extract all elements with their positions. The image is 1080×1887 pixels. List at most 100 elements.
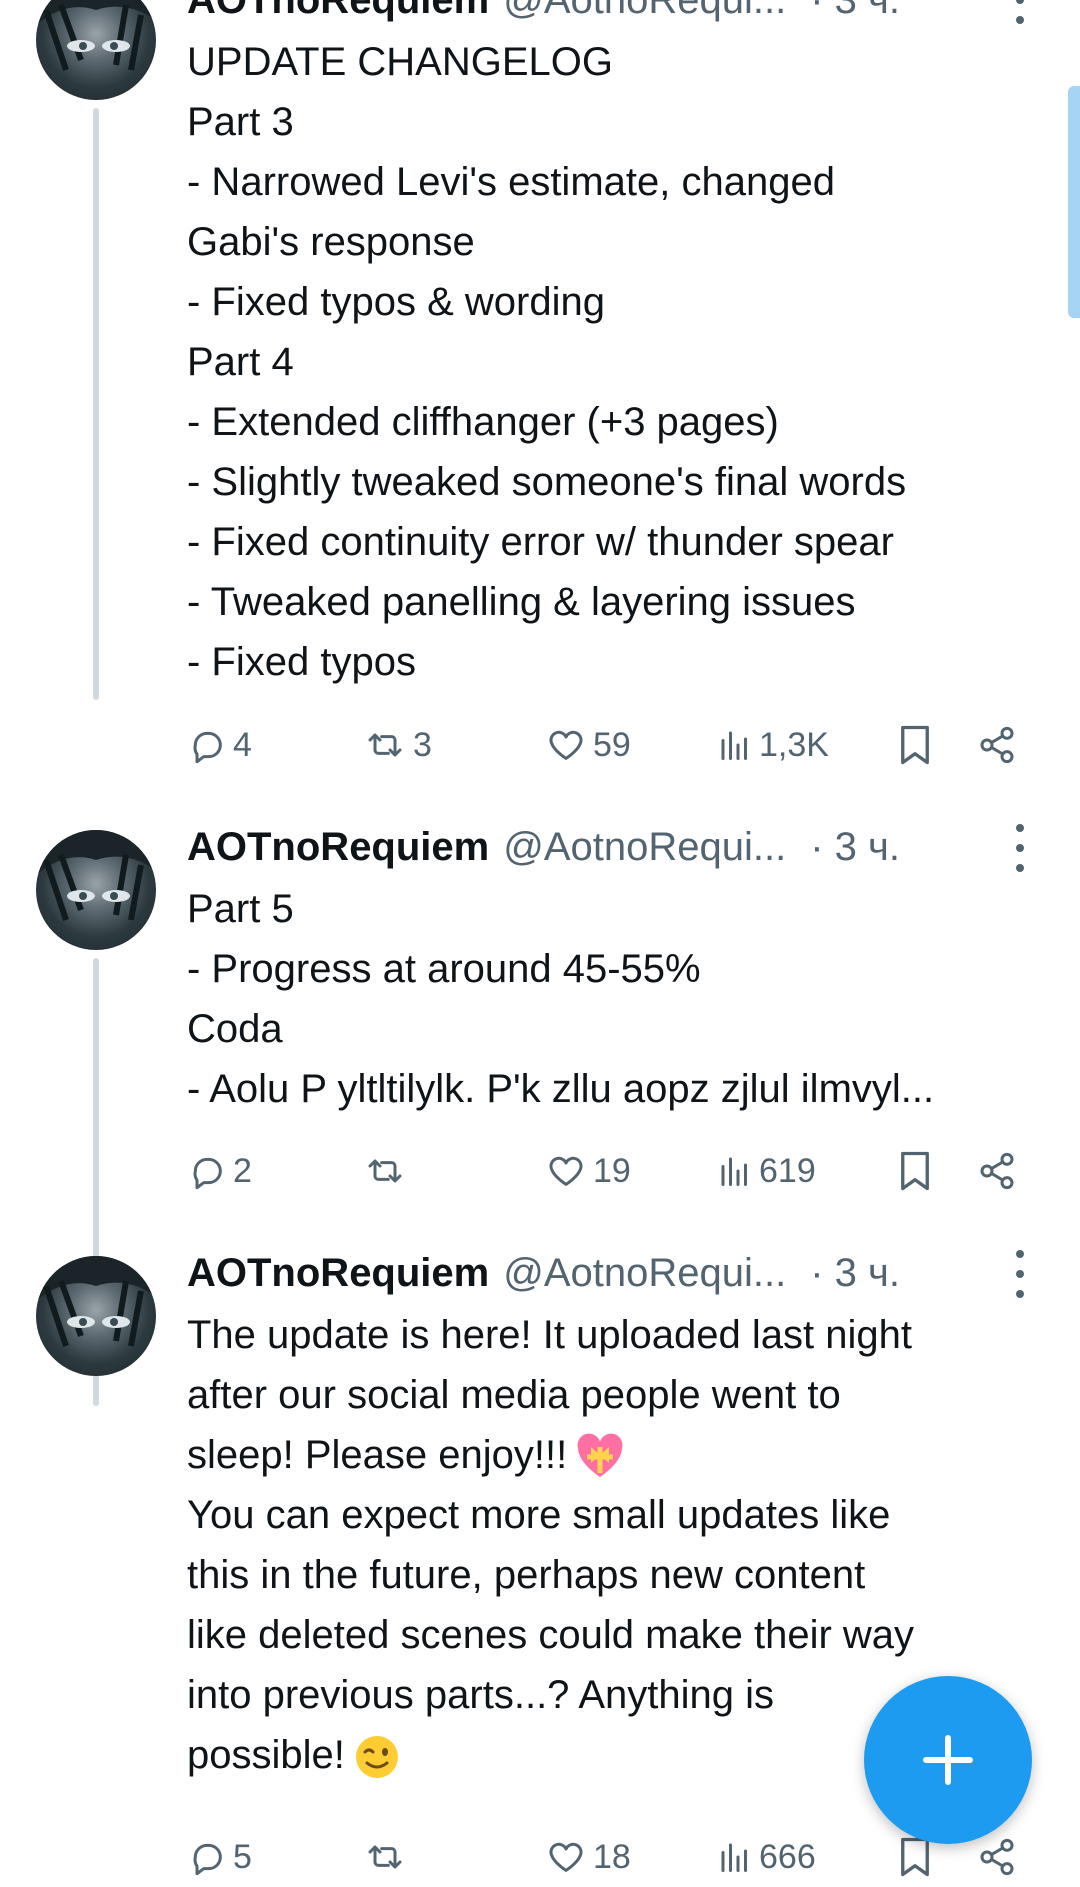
author-name[interactable]: AOTnoRequiem	[187, 1251, 489, 1296]
avatar[interactable]	[36, 830, 156, 950]
avatar-image	[36, 0, 156, 71]
text-line: - Progress at around 45-55%	[187, 947, 701, 991]
bookmark-icon	[901, 1151, 929, 1191]
text-line: You can expect more small updates like	[187, 1493, 891, 1537]
author-name[interactable]: AOTnoRequiem	[187, 825, 489, 870]
plus-icon	[923, 1735, 973, 1785]
text-line: this in the future, perhaps new content	[187, 1553, 866, 1597]
heart-icon	[549, 1842, 583, 1872]
action-bar: 4 3 59 1,3K	[187, 715, 1027, 775]
views-icon	[721, 731, 747, 760]
tweet-2[interactable]: AOTnoRequiem @AotnoRequi... · 3 ч. Part …	[0, 800, 1080, 1406]
tweet-header: AOTnoRequiem @AotnoRequi... · 3 ч.	[187, 817, 900, 877]
share-icon	[980, 726, 1014, 764]
text-line: after our social media people went to	[187, 1373, 841, 1417]
view-count: 1,3K	[759, 725, 829, 764]
like-button[interactable]: 59	[545, 715, 631, 775]
text-line: Part 4	[187, 340, 294, 384]
more-options-icon[interactable]	[1008, 1250, 1032, 1298]
author-handle[interactable]: @AotnoRequi...	[503, 825, 786, 870]
author-handle[interactable]: @AotnoRequi...	[503, 0, 786, 23]
avatar[interactable]	[36, 1256, 156, 1376]
view-count: 619	[759, 1151, 816, 1190]
reply-icon	[193, 1843, 222, 1876]
text-line: - Fixed typos & wording	[187, 280, 605, 324]
text-line: - Aolu P yltltilylk. P'k zllu aopz zjlul…	[187, 1067, 935, 1111]
avatar-image	[36, 1256, 156, 1347]
author-name[interactable]: AOTnoRequiem	[187, 0, 489, 23]
text-line-with-emoji: sleep! Please enjoy!!!	[187, 1425, 1067, 1485]
timestamp[interactable]: · 3 ч.	[810, 1251, 900, 1296]
share-button[interactable]	[977, 1141, 1017, 1201]
more-options-icon[interactable]	[1008, 824, 1032, 872]
bookmark-button[interactable]	[897, 1141, 933, 1201]
reply-button[interactable]: 5	[187, 1827, 252, 1887]
like-count: 18	[593, 1837, 631, 1876]
text-line: - Fixed typos	[187, 640, 416, 684]
text-line: Part 3	[187, 100, 294, 144]
bookmark-button[interactable]	[897, 715, 933, 775]
share-button[interactable]	[977, 715, 1017, 775]
retweet-button[interactable]	[363, 1827, 413, 1887]
action-bar: 2 19 619	[187, 1141, 1027, 1201]
views-button[interactable]: 619	[717, 1141, 816, 1201]
heart-with-ribbon-emoji	[577, 1434, 623, 1478]
tweet-1[interactable]: AOTnoRequiem @AotnoRequi... · 3 ч. UPDAT…	[0, 0, 1080, 765]
view-count: 666	[759, 1837, 816, 1876]
heart-icon	[549, 1156, 583, 1186]
text-line: Gabi's response	[187, 220, 475, 264]
text-line: like deleted scenes could make their way	[187, 1613, 915, 1657]
text-line: - Extended cliffhanger (+3 pages)	[187, 400, 779, 444]
scrollbar[interactable]	[1068, 86, 1080, 318]
bookmark-icon	[901, 1837, 929, 1877]
like-count: 19	[593, 1151, 631, 1190]
retweet-count: 3	[413, 725, 432, 764]
tweet-text: UPDATE CHANGELOG Part 3 - Narrowed Levi'…	[187, 32, 1067, 692]
bookmark-icon	[901, 725, 929, 765]
reply-count: 2	[233, 1151, 252, 1190]
like-button[interactable]: 19	[545, 1141, 631, 1201]
views-icon	[721, 1843, 747, 1872]
timestamp[interactable]: · 3 ч.	[810, 0, 900, 23]
text-line: - Tweaked panelling & layering issues	[187, 580, 856, 624]
tweet-header: AOTnoRequiem @AotnoRequi... · 3 ч.	[187, 1243, 900, 1303]
share-icon	[980, 1838, 1014, 1876]
retweet-icon	[368, 1845, 402, 1869]
retweet-icon	[368, 733, 402, 757]
retweet-icon	[368, 1159, 402, 1183]
heart-icon	[549, 730, 583, 760]
action-bar: 5 18 666	[187, 1827, 1027, 1887]
like-button[interactable]: 18	[545, 1827, 631, 1887]
thread-line	[93, 108, 99, 700]
reply-button[interactable]: 2	[187, 1141, 252, 1201]
author-handle[interactable]: @AotnoRequi...	[503, 1251, 786, 1296]
reply-button[interactable]: 4	[187, 715, 252, 775]
timestamp[interactable]: · 3 ч.	[810, 825, 900, 870]
text-line: - Fixed continuity error w/ thunder spea…	[187, 520, 894, 564]
reply-count: 5	[233, 1837, 252, 1876]
winking-face-emoji	[355, 1736, 398, 1779]
avatar-image	[36, 830, 156, 921]
text-line: UPDATE CHANGELOG	[187, 40, 613, 84]
text-segment: sleep! Please enjoy!!!	[187, 1433, 568, 1477]
reply-count: 4	[233, 725, 252, 764]
like-count: 59	[593, 725, 631, 764]
tweet-text: Part 5 - Progress at around 45-55% Coda …	[187, 879, 1067, 1119]
retweet-button[interactable]	[363, 1141, 413, 1201]
text-line: The update is here! It uploaded last nig…	[187, 1313, 912, 1357]
reply-icon	[193, 731, 222, 764]
reply-icon	[193, 1157, 222, 1190]
text-line: - Slightly tweaked someone's final words	[187, 460, 907, 504]
compose-tweet-button[interactable]	[864, 1676, 1032, 1844]
tweet-header: AOTnoRequiem @AotnoRequi... · 3 ч.	[187, 0, 900, 30]
views-icon	[721, 1157, 747, 1186]
more-options-icon[interactable]	[1008, 0, 1032, 24]
avatar[interactable]	[36, 0, 156, 100]
views-button[interactable]: 1,3K	[717, 715, 829, 775]
text-line: Coda	[187, 1007, 283, 1051]
text-line: Part 5	[187, 887, 294, 931]
text-line: - Narrowed Levi's estimate, changed	[187, 160, 835, 204]
retweet-button[interactable]: 3	[363, 715, 432, 775]
views-button[interactable]: 666	[717, 1827, 816, 1887]
text-segment: possible!	[187, 1733, 345, 1777]
